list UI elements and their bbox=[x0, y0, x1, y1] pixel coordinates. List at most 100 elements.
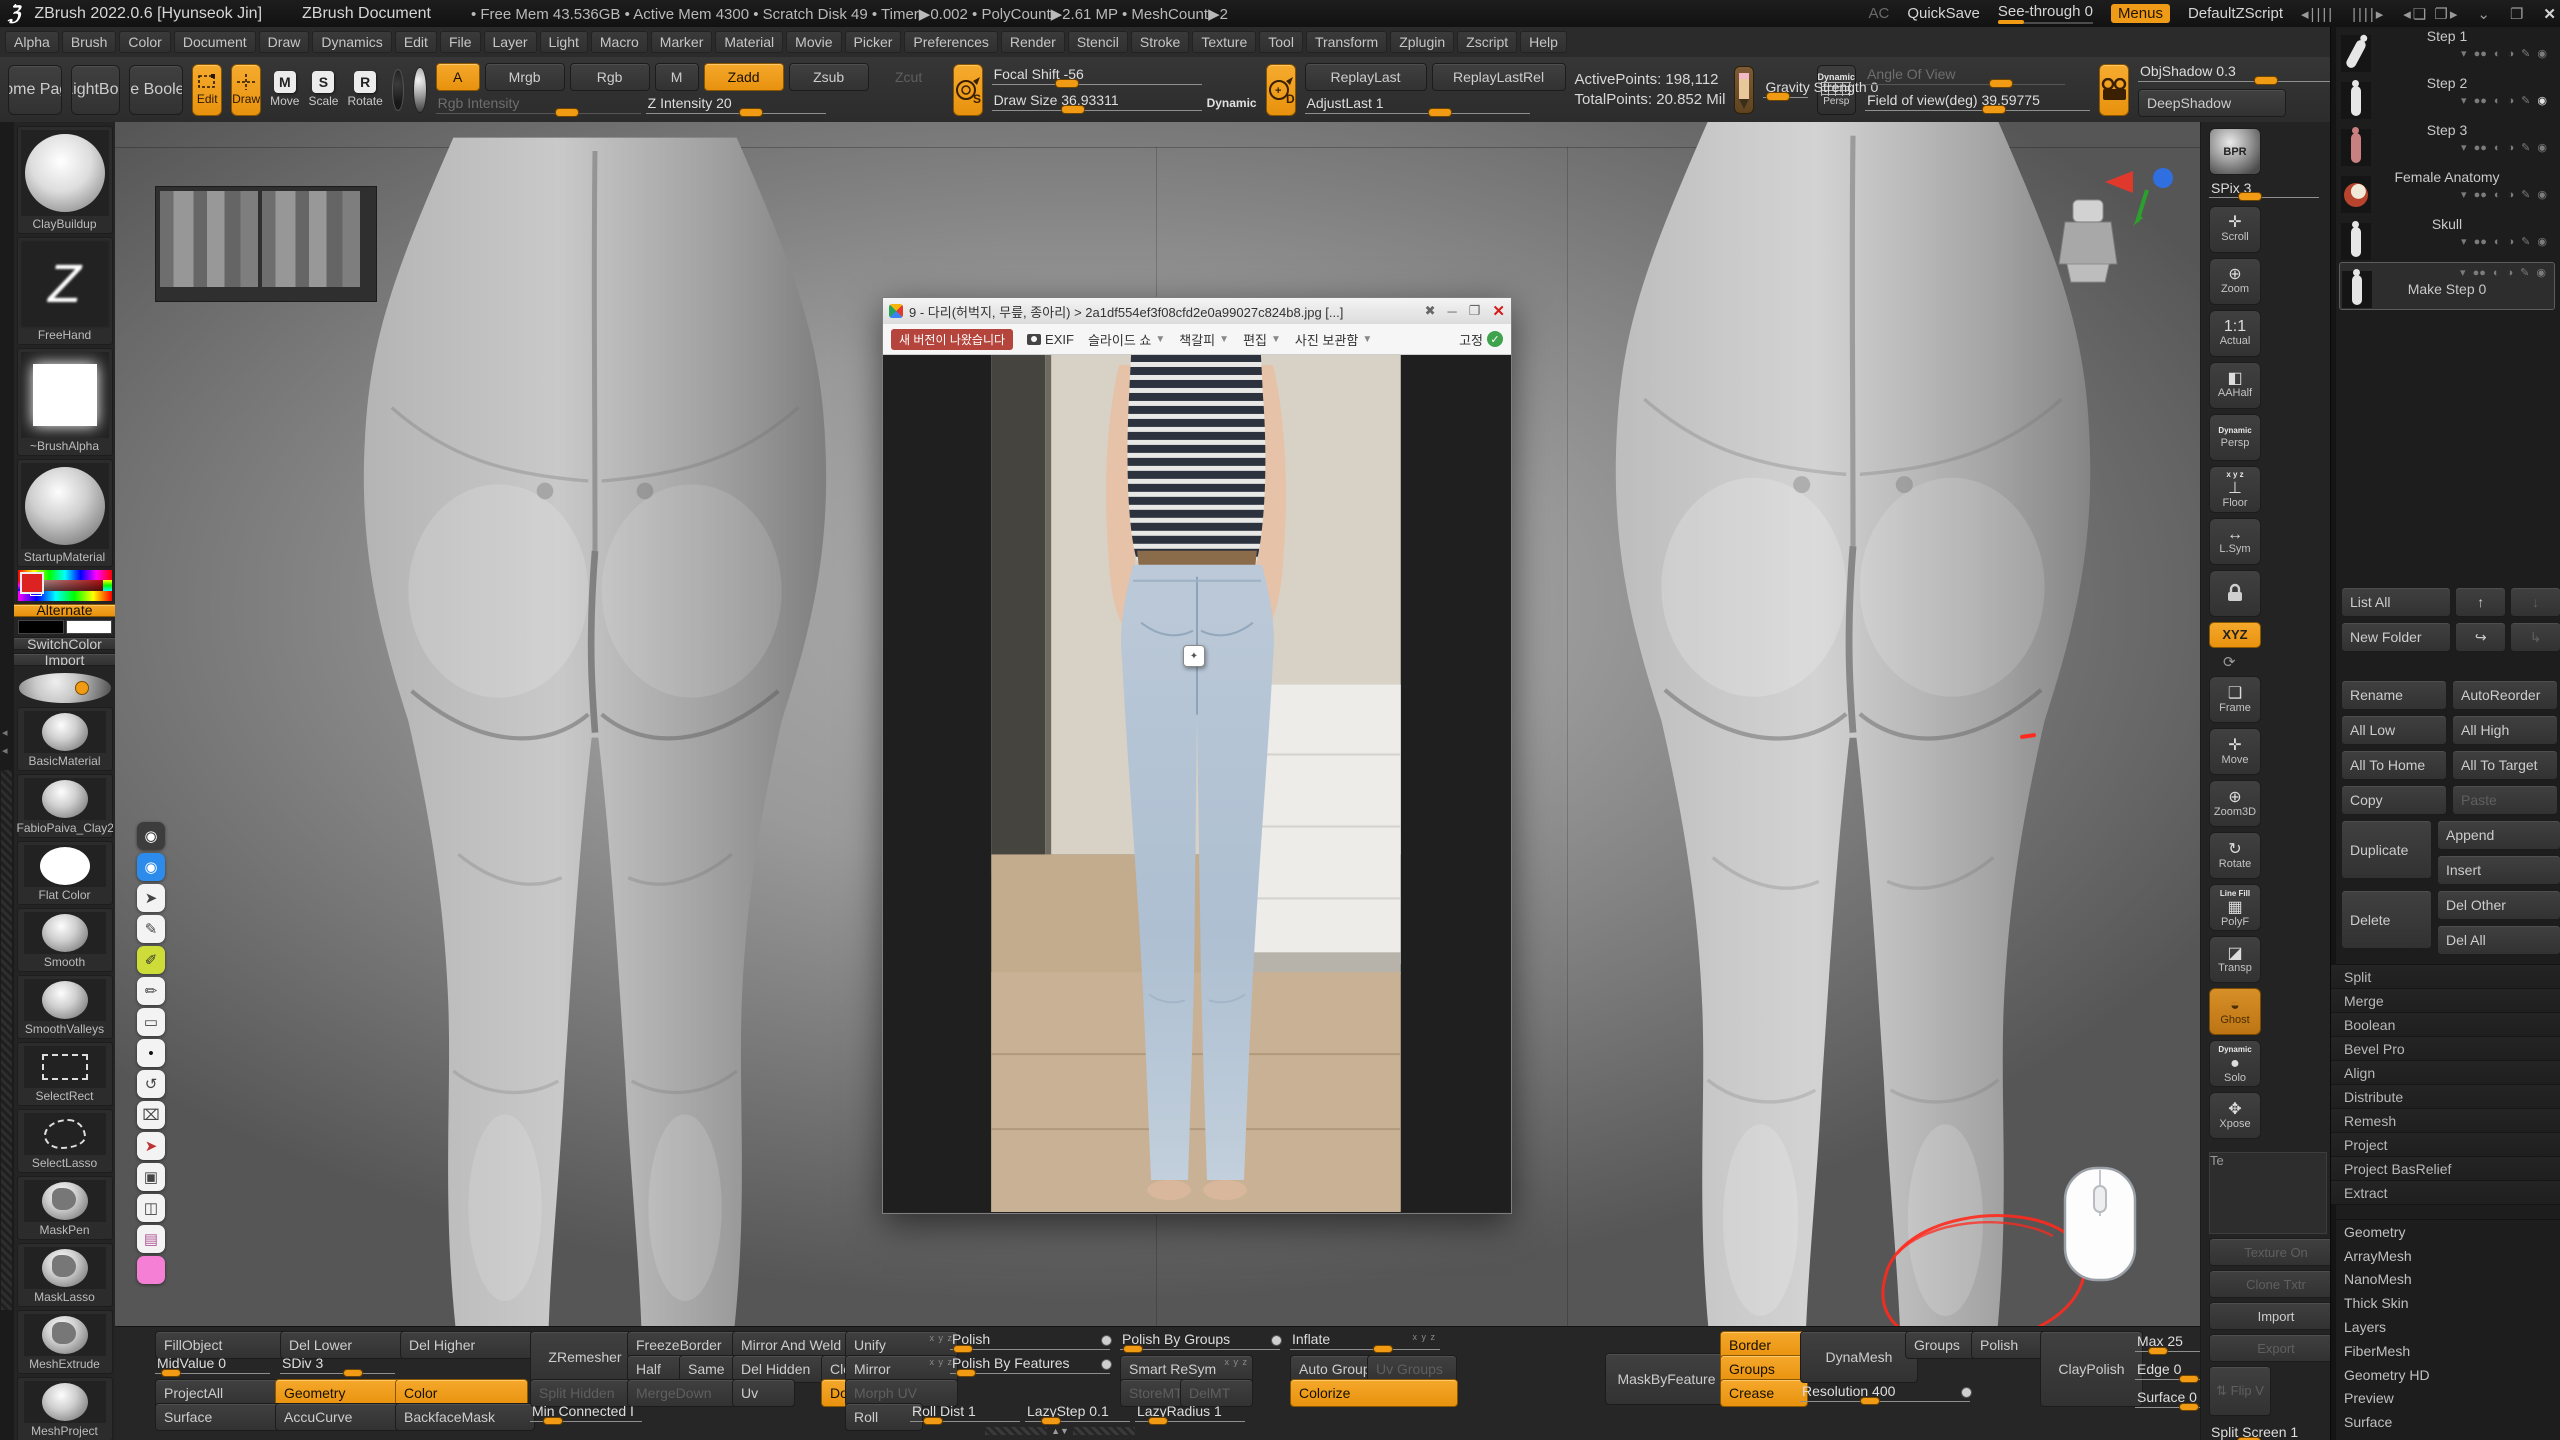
shelf-item-smoothvalleys[interactable]: SmoothValleys bbox=[17, 975, 113, 1039]
menu-stencil[interactable]: Stencil bbox=[1068, 31, 1128, 53]
polypaint-icon[interactable]: ●● bbox=[2474, 189, 2487, 201]
menu-stroke[interactable]: Stroke bbox=[1131, 31, 1189, 53]
rename-button[interactable]: Rename bbox=[2341, 680, 2447, 710]
trash-icon[interactable]: ⌧ bbox=[137, 1101, 165, 1129]
insert-button[interactable]: Insert bbox=[2437, 855, 2560, 885]
floor-button[interactable]: x y z⊥Floor bbox=[2209, 466, 2261, 513]
subtool-row-step-2[interactable]: Step 2▾●●◐◑✎◉ bbox=[2339, 74, 2555, 121]
stroke-curve-button[interactable]: S bbox=[953, 64, 983, 116]
sdiv-slider[interactable]: SDiv 3 bbox=[280, 1355, 395, 1377]
camera-lock-button[interactable] bbox=[2209, 570, 2261, 617]
document-canvas[interactable]: ◉◉➤✎✐✏▭•↺⌧➤▣◫▤■ 9 - 다리(허벅지, 무릎, 종아 bbox=[115, 122, 2200, 1326]
black-swatch[interactable] bbox=[18, 620, 64, 634]
z-intensity-slider[interactable]: Z Intensity 20 bbox=[646, 95, 826, 117]
polypaint-icon[interactable]: ●● bbox=[2474, 48, 2487, 60]
eye-icon[interactable]: ◉ bbox=[137, 853, 165, 881]
eye-icon[interactable]: ◉ bbox=[2536, 266, 2546, 279]
paste-button[interactable]: Paste bbox=[2452, 785, 2558, 815]
polishbygroups-slider[interactable]: Polish By Groups bbox=[1120, 1331, 1280, 1353]
toggle-dot-icon[interactable] bbox=[1961, 1387, 1972, 1398]
section-boolean[interactable]: Boolean bbox=[2331, 1013, 2560, 1037]
tray-grip[interactable] bbox=[1, 770, 12, 1310]
shelf-item-maskpen[interactable]: MaskPen bbox=[17, 1176, 113, 1240]
subtool-row-skull[interactable]: Skull▾●●◐◑✎◉ bbox=[2339, 215, 2555, 262]
viewer-slideshow-button[interactable]: 슬라이드 쇼▼ bbox=[1088, 330, 1165, 349]
all-to-target-button[interactable]: All To Target bbox=[2452, 750, 2558, 780]
halftone-icon[interactable]: ◐ bbox=[2494, 48, 2501, 60]
pencil-icon[interactable]: ✏ bbox=[137, 977, 165, 1005]
flatten-icon[interactable]: ▾ bbox=[2461, 141, 2467, 154]
move-up-button[interactable]: ↑ bbox=[2455, 587, 2506, 617]
actual-button[interactable]: 1:1Actual bbox=[2209, 310, 2261, 357]
screen-icon[interactable]: ▣ bbox=[137, 1163, 165, 1191]
viewer-titlebar[interactable]: 9 - 다리(허벅지, 무릎, 종아리) > 2a1df554ef3f08cfd… bbox=[883, 298, 1511, 324]
shelf-item-claybuildup[interactable]: ClayBuildup bbox=[17, 126, 113, 234]
polypaint-icon[interactable]: ●● bbox=[2474, 142, 2487, 154]
shelf-item-flat-color[interactable]: Flat Color bbox=[17, 841, 113, 905]
viewer-exif-button[interactable]: EXIF bbox=[1027, 332, 1074, 347]
menu-light[interactable]: Light bbox=[540, 31, 588, 53]
xpose-button[interactable]: ✥Xpose bbox=[2209, 1092, 2261, 1139]
new-folder-button[interactable]: New Folder bbox=[2341, 622, 2451, 652]
anchor-a-button[interactable]: A bbox=[436, 63, 480, 91]
switch-color-button[interactable]: SwitchColor bbox=[14, 637, 115, 650]
viewer-close-icon[interactable]: ✕ bbox=[1492, 302, 1505, 320]
pin-icon[interactable]: ◉ bbox=[137, 822, 165, 850]
polishbyfeatures-slider[interactable]: Polish By Features bbox=[950, 1355, 1110, 1377]
dynamesh-button[interactable]: DynaMesh bbox=[1800, 1331, 1918, 1383]
subtool-row-step-3[interactable]: Step 3▾●●◐◑✎◉ bbox=[2339, 121, 2555, 168]
panel-stack-icon[interactable]: ◂❏ ❐▸ bbox=[2403, 5, 2459, 23]
viewer-minimize-icon[interactable]: ─ bbox=[1448, 304, 1457, 319]
window-close-icon[interactable]: ✕ bbox=[2543, 5, 2558, 23]
contrast-icon[interactable]: ◑ bbox=[2507, 267, 2514, 279]
subtool-row-step-1[interactable]: Step 1▾●●◐◑✎◉ bbox=[2339, 27, 2555, 74]
subpalette-fibermesh[interactable]: FiberMesh bbox=[2331, 1339, 2560, 1363]
halftone-icon[interactable]: ◐ bbox=[2493, 267, 2500, 279]
subpalette-geometry[interactable]: Geometry bbox=[2331, 1220, 2560, 1244]
pen-icon[interactable]: ✎ bbox=[137, 915, 165, 943]
mergedown-button[interactable]: MergeDown bbox=[627, 1379, 745, 1407]
section-align[interactable]: Align bbox=[2331, 1061, 2560, 1085]
home-page-button[interactable]: Home Page bbox=[8, 65, 62, 115]
xyz-rotation-button[interactable]: XYZ bbox=[2209, 622, 2261, 648]
menu-draw[interactable]: Draw bbox=[259, 31, 310, 53]
append-button[interactable]: Append bbox=[2437, 820, 2560, 850]
polypaint-icon[interactable]: ●● bbox=[2474, 95, 2487, 107]
viewer-update-badge[interactable]: 새 버전이 나왔습니다 bbox=[891, 329, 1013, 350]
contrast-icon[interactable]: ◑ bbox=[2508, 236, 2515, 248]
list-all-button[interactable]: List All bbox=[2341, 587, 2451, 617]
menu-macro[interactable]: Macro bbox=[591, 31, 648, 53]
draw-mode-button[interactable]: Draw bbox=[231, 64, 261, 116]
subtool-row-female-anatomy[interactable]: Female Anatomy▾●●◐◑✎◉ bbox=[2339, 168, 2555, 215]
shelf-item-masklasso[interactable]: MaskLasso bbox=[17, 1243, 113, 1307]
frame-button[interactable]: ❑Frame bbox=[2209, 676, 2261, 723]
claypolish-button[interactable]: ClayPolish bbox=[2040, 1331, 2143, 1407]
eye-icon[interactable]: ◉ bbox=[2537, 141, 2547, 154]
move-mode-button[interactable]: M Move bbox=[270, 71, 299, 108]
polypaint-icon[interactable]: ●● bbox=[2474, 236, 2487, 248]
resolution-slider[interactable]: Resolution 400 bbox=[1800, 1383, 1970, 1405]
all-low-button[interactable]: All Low bbox=[2341, 715, 2447, 745]
menu-help[interactable]: Help bbox=[1520, 31, 1567, 53]
crease-button[interactable]: Crease bbox=[1720, 1379, 1808, 1407]
shelf-item-selectlasso[interactable]: SelectLasso bbox=[17, 1109, 113, 1173]
menu-alpha[interactable]: Alpha bbox=[5, 31, 59, 53]
section-distribute[interactable]: Distribute bbox=[2331, 1085, 2560, 1109]
flatten-icon[interactable]: ▾ bbox=[2461, 94, 2467, 107]
focal-shift-slider[interactable]: Focal Shift -56 bbox=[992, 66, 1202, 88]
eye-icon[interactable]: ◉ bbox=[2537, 94, 2547, 107]
shelf-item-freehand[interactable]: ZFreeHand bbox=[17, 237, 113, 345]
duplicate-button[interactable]: Duplicate bbox=[2341, 820, 2432, 879]
sculpt-model-left[interactable] bbox=[295, 136, 895, 1326]
replay-stroke-button[interactable]: +D bbox=[1266, 64, 1296, 116]
flatten-icon[interactable]: ▾ bbox=[2461, 188, 2467, 201]
adjust-last-slider[interactable]: AdjustLast 1 bbox=[1305, 95, 1530, 117]
shelf-item-basicmaterial[interactable]: BasicMaterial bbox=[17, 707, 113, 771]
color-sphere[interactable] bbox=[19, 673, 111, 703]
menu-file[interactable]: File bbox=[440, 31, 481, 53]
spin-icon[interactable]: ⟳ bbox=[2223, 653, 2236, 671]
zoom-button[interactable]: ⊕Zoom bbox=[2209, 258, 2261, 305]
import-texture-button[interactable]: Import bbox=[2209, 1302, 2343, 1330]
lazystep-slider[interactable]: LazyStep 0.1 bbox=[1025, 1403, 1130, 1425]
split-screen-slider[interactable]: Split Screen 1 bbox=[2209, 1424, 2327, 1440]
